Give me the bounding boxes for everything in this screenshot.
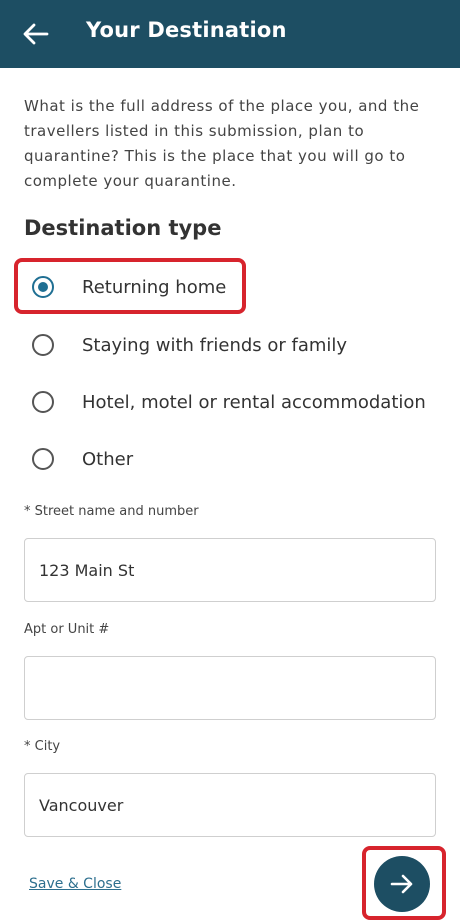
apt-label: Apt or Unit # [24, 622, 110, 637]
radio-label: Hotel, motel or rental accommodation [82, 391, 426, 413]
destination-type-heading: Destination type [24, 216, 222, 240]
back-button[interactable] [18, 16, 54, 52]
page-title: Your Destination [86, 18, 287, 42]
next-button[interactable] [374, 856, 430, 912]
radio-button[interactable] [32, 391, 54, 413]
radio-button-selected[interactable] [32, 276, 54, 298]
street-input[interactable] [24, 538, 436, 602]
city-label: * City [24, 739, 61, 754]
radio-label: Returning home [82, 276, 227, 298]
radio-dot [38, 282, 48, 292]
street-label: * Street name and number [24, 504, 199, 519]
radio-button[interactable] [32, 334, 54, 356]
radio-option-other[interactable]: Other [14, 434, 444, 484]
radio-label: Other [82, 448, 134, 470]
arrow-right-icon [390, 874, 413, 894]
city-input[interactable] [24, 773, 436, 837]
radio-label: Staying with friends or family [82, 334, 348, 356]
radio-option-friends-family[interactable]: Staying with friends or family [14, 320, 444, 370]
radio-option-returning-home[interactable]: Returning home [14, 262, 244, 312]
app-header: Your Destination [0, 0, 460, 68]
radio-option-hotel[interactable]: Hotel, motel or rental accommodation [14, 377, 444, 427]
apt-input[interactable] [24, 656, 436, 720]
radio-button[interactable] [32, 448, 54, 470]
save-close-link[interactable]: Save & Close [29, 876, 121, 892]
intro-text: What is the full address of the place yo… [24, 97, 420, 190]
arrow-left-icon [23, 23, 49, 45]
